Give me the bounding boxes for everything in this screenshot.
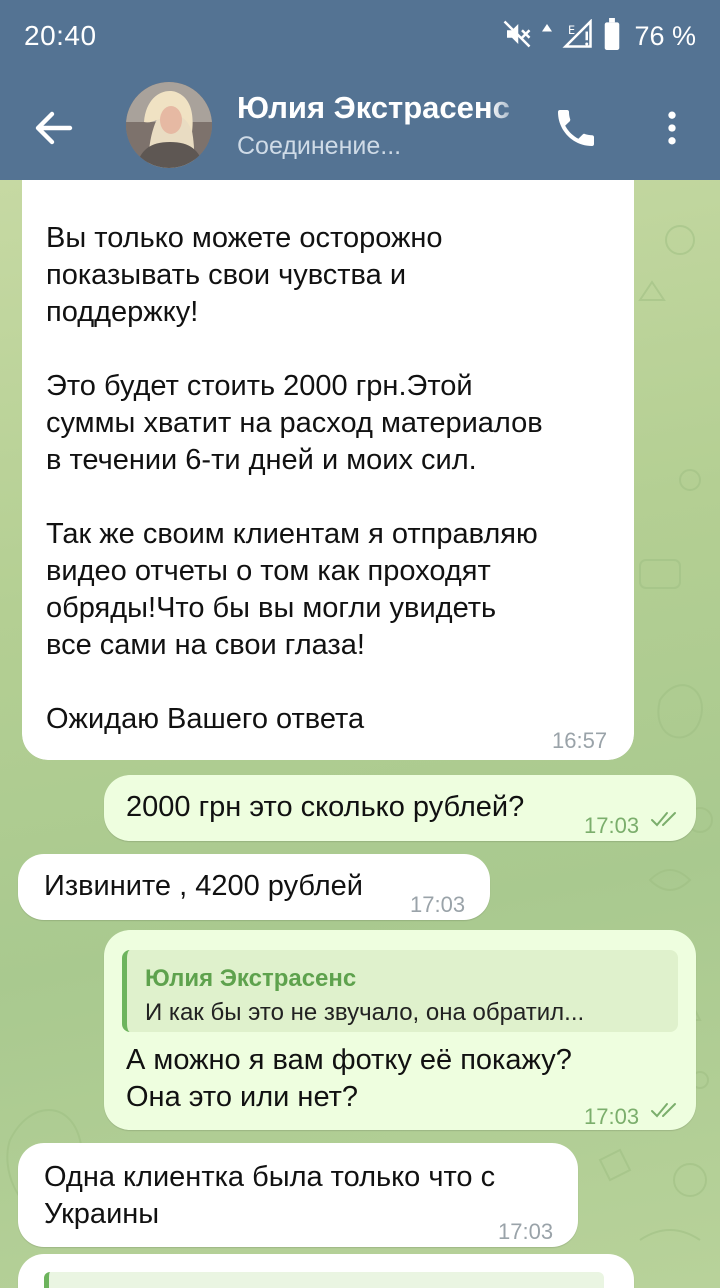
message-incoming[interactable]: Извините , 4200 рублей 17:03: [18, 854, 490, 920]
status-bar: 20:40 E 76 %: [0, 0, 720, 72]
message-time: 17:03: [584, 1104, 640, 1129]
more-options-button[interactable]: [650, 104, 694, 152]
reply-quote[interactable]: Юлия Экстрасенс И как бы это не звучало,…: [122, 950, 678, 1032]
data-arrow-icon: [540, 19, 554, 54]
back-button[interactable]: [30, 104, 78, 152]
mute-icon: [502, 19, 532, 54]
avatar[interactable]: [126, 82, 212, 168]
reply-text: И как бы это не звучало, она обратил...: [145, 999, 585, 1026]
call-button[interactable]: [552, 104, 600, 152]
svg-text:E: E: [568, 24, 575, 37]
status-icons: E 76 %: [502, 17, 696, 55]
contact-status: Соединение...: [237, 132, 402, 160]
signal-e-icon: E: [562, 17, 594, 54]
read-ticks-icon: [651, 812, 676, 827]
message-text: Извините , 4200 рублей: [44, 870, 363, 902]
reply-author: Юлия Экстрасенс: [145, 965, 357, 992]
status-time: 20:40: [24, 20, 97, 51]
message-incoming[interactable]: Одна клиентка была только что с Украины …: [18, 1143, 578, 1247]
battery-percentage: 76 %: [634, 20, 696, 51]
message-outgoing[interactable]: 2000 грн это сколько рублей? 17:03: [104, 775, 696, 841]
message-text: Одна клиентка была только что с Украины: [44, 1161, 496, 1230]
message-time: 17:03: [584, 813, 640, 838]
battery-icon: [602, 17, 622, 55]
read-ticks-icon: [651, 1103, 676, 1118]
more-vert-icon: [668, 111, 676, 145]
message-text: Вы только можете осторожно показывать св…: [46, 222, 543, 735]
contact-name[interactable]: Юлия Экстрасенс: [237, 90, 533, 126]
message-time: 17:03: [410, 892, 466, 917]
message-time: 16:57: [552, 728, 608, 753]
chat-header: Юлия Экстрасенс Соединение...: [0, 72, 720, 180]
phone-icon: [558, 110, 594, 146]
contact-photo: [126, 82, 212, 168]
message-text: 2000 грн это сколько рублей?: [126, 791, 525, 823]
back-arrow-icon: [35, 111, 73, 145]
message-incoming-partial[interactable]: [18, 1254, 634, 1288]
message-time: 17:03: [498, 1219, 554, 1244]
reply-quote: [44, 1272, 604, 1288]
message-outgoing[interactable]: Юлия Экстрасенс И как бы это не звучало,…: [104, 930, 696, 1130]
message-incoming[interactable]: Вы только можете осторожно показывать св…: [22, 180, 634, 760]
